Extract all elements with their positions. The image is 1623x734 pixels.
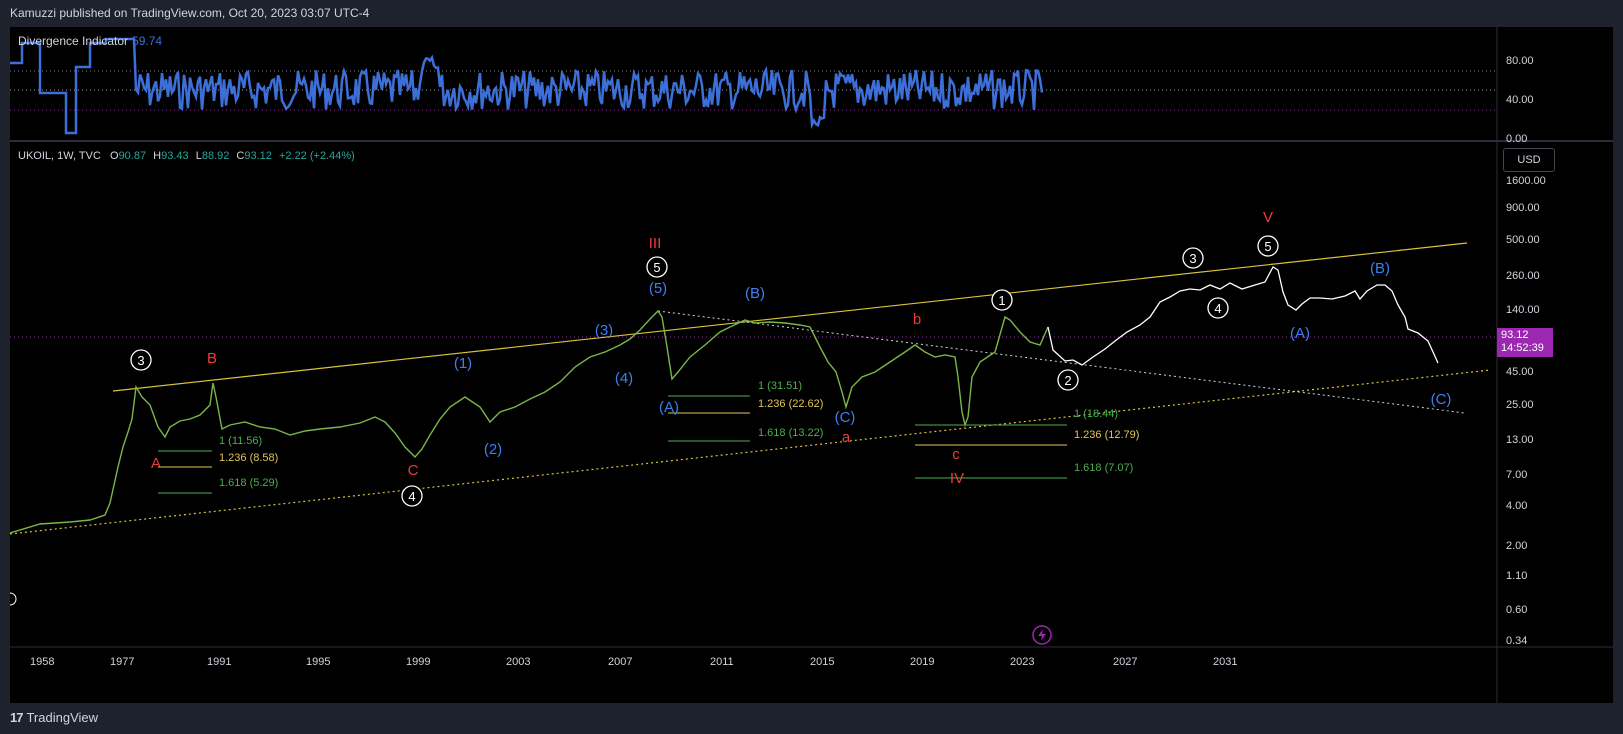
fib-label: 1 (31.51) (758, 380, 802, 392)
price-tick-label: 4.00 (1506, 500, 1527, 512)
time-tick-label: 2015 (810, 656, 834, 668)
fib-label: 1 (18.44) (1074, 408, 1118, 420)
currency-button[interactable]: USD (1503, 148, 1555, 172)
price-tick-label: 0.34 (1506, 635, 1527, 647)
wave-label: 1 (998, 293, 1005, 308)
price-tick-label: 25.00 (1506, 399, 1534, 411)
time-tick-label: 1999 (406, 656, 430, 668)
time-axis[interactable]: 1958 1977 1991 1995 1999 2003 2007 2011 2015 2019… (30, 656, 1237, 668)
ohlc-high: 93.43 (161, 150, 189, 162)
wave-label: (B) (745, 285, 765, 302)
ohlc-high-label: H (153, 150, 162, 162)
lightning-icon[interactable] (1032, 625, 1052, 645)
indicator-y-tick: 0.00 (1506, 133, 1527, 145)
ohlc-close: 93.12 (244, 150, 272, 162)
wave-labels: 3 B A C 4 (1) (2) (3) (4) (5) 5 III (A) (B) (C) a b c IV 1 2… (130, 209, 1452, 507)
wave-label: (1) (454, 355, 472, 372)
wave-label: V (1263, 209, 1273, 226)
ohlc-low: 88.92 (201, 150, 230, 162)
indicator-name: Divergence Indicator (18, 34, 129, 48)
wave-label: b (913, 311, 921, 328)
upper-trendline[interactable] (112, 242, 1468, 392)
time-tick-label: 1991 (207, 656, 231, 668)
price-tick-label: 2.00 (1506, 540, 1527, 552)
price-tag: 93.12 14:52:39 (1497, 328, 1553, 357)
price-tick-label: 45.00 (1506, 366, 1534, 378)
price-axis[interactable]: 1600.00 900.00 500.00 260.00 140.00 45.00 25.0… (1506, 175, 1546, 647)
ohlc-open-label: O (110, 150, 119, 162)
time-tick-label: 2031 (1213, 656, 1237, 668)
wave-label: (C) (1431, 391, 1452, 408)
wave-label: 2 (1064, 373, 1071, 388)
price-tag-price: 93.12 (1501, 329, 1529, 341)
time-tick-label: 2019 (910, 656, 934, 668)
wave-label: 4 (1214, 301, 1221, 316)
time-tick-label: 1977 (110, 656, 134, 668)
price-tick-label: 140.00 (1506, 304, 1540, 316)
wave-label: (B) (1370, 260, 1390, 277)
price-tick-label: 13.00 (1506, 434, 1534, 446)
fib-label: 1.618 (7.07) (1074, 462, 1133, 474)
time-tick-label: 2023 (1010, 656, 1034, 668)
indicator-y-tick: 40.00 (1506, 94, 1534, 106)
wave-label: a (842, 429, 851, 446)
wave-label: (3) (595, 322, 613, 339)
symbol-legend[interactable]: UKOIL, 1W, TVC O90.87 H93.43 L88.92 C93.… (18, 150, 355, 162)
wave-label: C (408, 462, 419, 479)
fib-label: 1.236 (12.79) (1074, 429, 1139, 441)
time-tick-label: 1958 (30, 656, 54, 668)
time-tick-label: 2007 (608, 656, 632, 668)
price-tick-label: 0.60 (1506, 604, 1527, 616)
time-tick-label: 2011 (710, 656, 734, 668)
wave-label: III (649, 235, 662, 252)
wave-label: (2) (484, 441, 502, 458)
edge-wave-marker (10, 592, 17, 606)
time-tick-label: 2003 (506, 656, 530, 668)
time-tick-label: 2027 (1113, 656, 1137, 668)
fib-label: 1.618 (13.22) (758, 427, 823, 439)
fib-label: 1.236 (22.62) (758, 398, 823, 410)
wave-label: 4 (408, 489, 415, 504)
price-series (10, 309, 1049, 534)
wave-label: A (151, 455, 161, 472)
fib-lines-1 (158, 395, 1067, 494)
brand-name: TradingView (26, 710, 99, 725)
wave-label: (4) (615, 370, 633, 387)
projection-path (1047, 266, 1439, 366)
chart-frame[interactable]: 80.00 40.00 0.00 1600.00 900.00 500.00 260.… (10, 27, 1613, 703)
ohlc-open: 90.87 (118, 150, 147, 162)
chart-svg[interactable]: 80.00 40.00 0.00 1600.00 900.00 500.00 260.… (10, 27, 1613, 703)
wave-label: (A) (659, 399, 679, 416)
time-tick-label: 1995 (306, 656, 330, 668)
wave-label: (A) (1290, 325, 1310, 342)
ohlc-change: +2.22 (+2.44%) (278, 150, 355, 162)
symbol-name: UKOIL, 1W, TVC (18, 150, 101, 162)
price-tick-label: 1600.00 (1506, 175, 1546, 187)
fib-label: 1.236 (8.58) (219, 452, 278, 464)
publisher-line: Kamuzzi published on TradingView.com, Oc… (10, 6, 370, 20)
tradingview-logo-icon: 17 (10, 710, 24, 725)
wave-label: 5 (653, 260, 660, 275)
wave-label: 3 (137, 353, 144, 368)
wave-label: c (952, 446, 960, 463)
fib-label: 1 (11.56) (219, 435, 262, 447)
price-tick-label: 500.00 (1506, 234, 1540, 246)
indicator-y-tick: 80.00 (1506, 55, 1534, 67)
price-tick-label: 7.00 (1506, 469, 1527, 481)
indicator-legend[interactable]: Divergence Indicator 59.74 (18, 34, 162, 48)
wave-label: B (207, 350, 217, 367)
price-tick-label: 1.10 (1506, 570, 1527, 582)
price-tick-label: 260.00 (1506, 270, 1540, 282)
price-tag-countdown: 14:52:39 (1501, 342, 1544, 354)
wave-label: (C) (835, 409, 856, 426)
footer-brand[interactable]: 17 TradingView (10, 710, 98, 725)
wave-label: (5) (649, 280, 667, 297)
wave-label: 3 (1189, 251, 1196, 266)
wave-label: IV (950, 470, 964, 487)
wave-label: 5 (1264, 239, 1271, 254)
indicator-value: 59.74 (132, 34, 163, 48)
price-tick-label: 900.00 (1506, 202, 1540, 214)
indicator-series-line (10, 37, 1044, 135)
fib-label: 1.618 (5.29) (219, 477, 278, 489)
